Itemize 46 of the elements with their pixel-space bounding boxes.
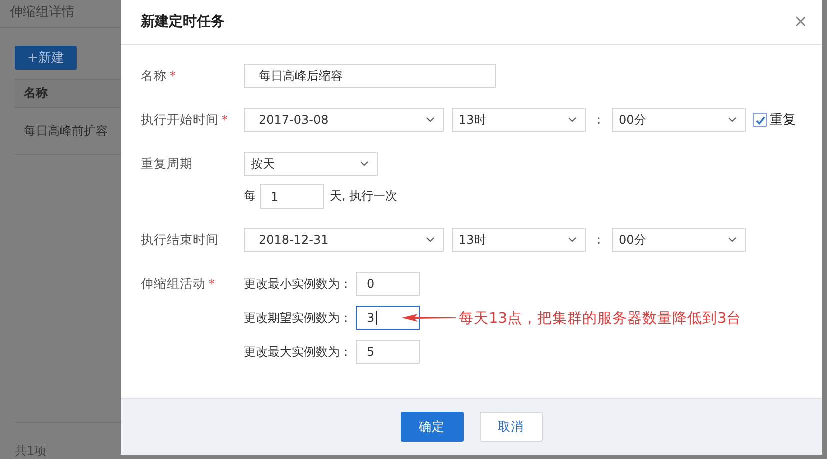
chevron-down-icon	[568, 237, 577, 243]
chevron-down-icon	[728, 237, 738, 243]
required-mark: *	[222, 112, 228, 129]
required-mark: *	[209, 276, 215, 293]
chevron-down-icon	[568, 117, 577, 123]
interval-suffix: 天, 执行一次	[330, 188, 398, 205]
dialog-title: 新建定时任务	[141, 13, 225, 31]
field-label: 更改期望实例数为：	[244, 310, 353, 326]
field-label: 执行结束时间	[141, 231, 219, 249]
close-button[interactable]: ×	[794, 14, 808, 30]
arrow	[402, 313, 456, 323]
time-separator: :	[597, 113, 602, 127]
name-field[interactable]: 每日高峰后缩容	[244, 64, 496, 88]
field-label: 更改最大实例数为：	[244, 344, 353, 360]
minute-dropdown[interactable]: 00分	[612, 228, 746, 252]
confirm-button[interactable]: 确定	[400, 412, 464, 442]
repeat-checkbox[interactable]	[753, 113, 768, 127]
date-picker[interactable]: 2017-03-08	[244, 108, 444, 132]
required-mark: *	[170, 68, 176, 85]
interval-prefix: 每	[244, 188, 256, 205]
count-field[interactable]: 3	[356, 306, 420, 330]
count-field[interactable]: 5	[356, 340, 420, 364]
field-label: 名称	[141, 67, 167, 85]
chevron-down-icon	[728, 117, 738, 123]
chevron-down-icon	[360, 161, 369, 167]
hour-dropdown[interactable]: 13时	[452, 228, 586, 252]
column-header: 名称	[22, 85, 48, 102]
table-cell-text: 每日高峰前扩容	[23, 122, 108, 140]
new-button[interactable]: +新建	[15, 46, 77, 70]
field-label: 执行开始时间	[141, 111, 219, 129]
date-picker[interactable]: 2018-12-31	[244, 228, 444, 252]
chevron-down-icon	[426, 117, 435, 123]
chevron-down-icon	[426, 237, 435, 243]
minute-dropdown[interactable]: 00分	[612, 108, 746, 132]
count-field[interactable]: 0	[356, 272, 420, 296]
cancel-button[interactable]: 取消	[480, 412, 542, 442]
annotation-text: 每天13点，把集群的服务器数量降低到3台	[459, 310, 742, 328]
field-label: 更改最小实例数为：	[244, 276, 353, 292]
checkbox-label: 重复	[770, 112, 796, 129]
field-label: 伸缩组活动	[141, 275, 206, 293]
time-separator: :	[597, 233, 602, 247]
interval-field[interactable]: 1	[260, 184, 324, 209]
period-dropdown[interactable]: 按天	[244, 152, 378, 176]
hour-dropdown[interactable]: 13时	[452, 108, 586, 132]
item-count: 共1项	[14, 443, 48, 459]
field-label: 重复周期	[141, 155, 193, 173]
